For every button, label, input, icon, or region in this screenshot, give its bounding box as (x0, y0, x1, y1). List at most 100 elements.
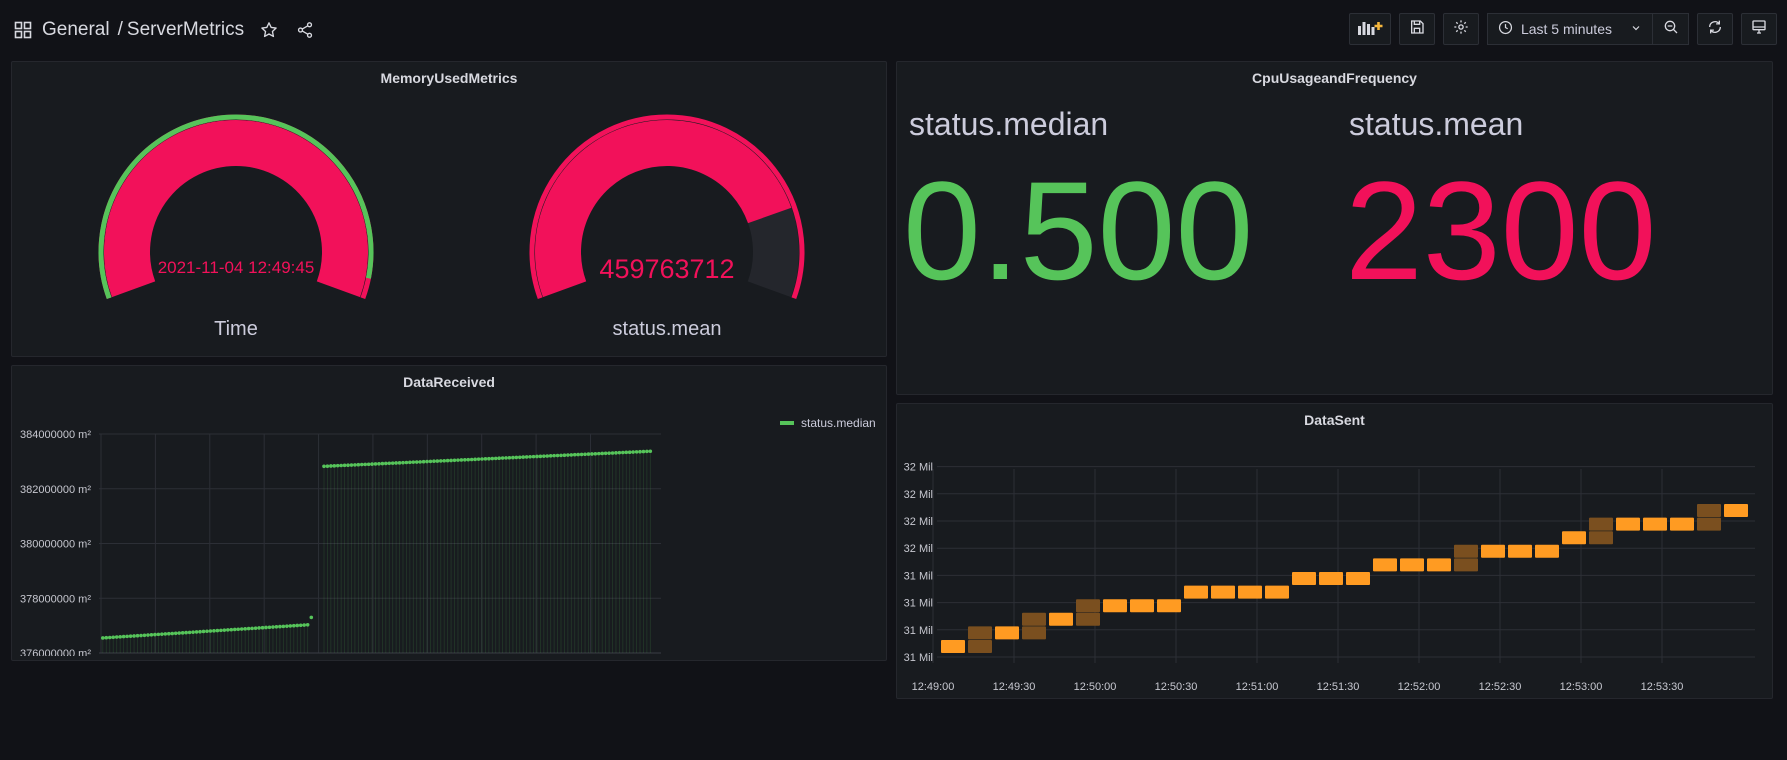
data-sent-heatmap: 31 Mil 31 Mil 31 Mil 31 Mil 32 Mil 32 Mil 32 M… (904, 462, 1755, 693)
data-point (128, 634, 133, 638)
heatmap-cell (1184, 585, 1208, 599)
data-point (111, 635, 116, 640)
breadcrumb-folder[interactable]: General (42, 19, 110, 41)
apps-icon[interactable] (12, 19, 34, 41)
data-point (569, 453, 574, 457)
memory-used-panel[interactable]: MemoryUsedMetrics 2021-11-04 12:49:45 Ti… (11, 61, 887, 357)
data-point (198, 629, 202, 634)
heatmap-cell (1049, 612, 1073, 626)
data-point (177, 631, 182, 635)
data-point (114, 635, 119, 639)
data-point (590, 452, 594, 456)
data-point (194, 630, 199, 634)
heatmap-cell (1076, 599, 1100, 613)
data-point (149, 633, 154, 637)
x-tick-label: 12:51:00 (1236, 681, 1279, 693)
data-point (278, 624, 282, 629)
y-tick-label: 32 Mil (904, 462, 933, 474)
data-point (596, 451, 601, 456)
data-point (132, 634, 136, 638)
save-dashboard-button[interactable] (1398, 13, 1435, 45)
data-point (107, 635, 112, 640)
data-point (418, 460, 422, 464)
data-point (246, 626, 251, 631)
data-point (500, 456, 505, 460)
time-range-picker[interactable]: Last 5 minutes (1486, 13, 1689, 45)
data-point (562, 453, 567, 458)
heatmap-cell (1319, 572, 1343, 585)
y-tick-label: 31 Mil (904, 598, 933, 610)
x-tick-label: 12:51:30 (1317, 681, 1360, 693)
data-point (504, 456, 508, 460)
heatmap-cell (1670, 517, 1694, 531)
data-point (576, 452, 580, 457)
legend-item[interactable]: status.median (780, 416, 876, 430)
data-point (428, 459, 433, 464)
data-sent-panel[interactable]: DataSent 31 Mil 31 Mil 31 Mil 31 Mil 32 Mil 3… (896, 403, 1773, 699)
x-tick-label: 12:52:00 (1398, 681, 1441, 693)
data-point (638, 449, 642, 454)
data-point (322, 464, 326, 469)
data-point (641, 449, 646, 454)
data-point (153, 632, 157, 637)
data-point (253, 626, 258, 630)
zoom-out-icon (1663, 19, 1679, 40)
data-point (511, 455, 515, 460)
data-point (243, 627, 247, 631)
panel-title[interactable]: MemoryUsedMetrics (12, 70, 886, 86)
data-point (435, 459, 440, 463)
data-point (552, 453, 556, 458)
refresh-button[interactable] (1697, 13, 1733, 45)
heatmap-cell (1724, 504, 1748, 517)
panel-title[interactable]: DataReceived (12, 374, 886, 390)
refresh-icon (1707, 19, 1723, 40)
heatmap-cell (1157, 599, 1181, 613)
stat-name-mean: status.mean (1349, 106, 1524, 142)
y-tick-label: 384000000 m² (20, 429, 91, 441)
data-point (302, 623, 306, 627)
data-point (173, 631, 178, 636)
data-point (212, 629, 216, 633)
dashboard-settings-button[interactable] (1442, 13, 1479, 45)
data-point (380, 461, 385, 466)
heatmap-cell (1535, 544, 1559, 558)
data-point (222, 628, 227, 632)
tv-mode-button[interactable] (1741, 13, 1777, 45)
heatmap-cell (1454, 544, 1478, 558)
data-point (466, 457, 471, 462)
data-point (125, 634, 129, 639)
data-point (593, 451, 598, 456)
data-point (298, 623, 303, 628)
data-point (572, 452, 577, 457)
data-point (414, 460, 419, 464)
data-point (339, 463, 343, 468)
x-tick-label: 12:53:00 (1560, 681, 1603, 693)
data-point (445, 458, 450, 463)
data-point (476, 457, 481, 461)
time-range-button[interactable]: Last 5 minutes (1486, 13, 1653, 45)
data-point (349, 463, 354, 467)
data-point (538, 454, 543, 459)
heatmap-cell (1427, 558, 1451, 572)
data-point (226, 628, 230, 632)
panel-title[interactable]: DataSent (897, 412, 1772, 428)
cpu-usage-panel[interactable]: CpuUsageandFrequency status.median 0.500… (896, 61, 1773, 395)
legend-swatch (780, 421, 794, 425)
share-icon[interactable] (294, 19, 316, 41)
heatmap-cell (1697, 517, 1721, 531)
data-point (146, 633, 150, 637)
data-point (104, 635, 109, 640)
zoom-out-button[interactable] (1653, 13, 1689, 45)
data-received-panel[interactable]: DataReceived 376000000 m² 378000000 m² 380… (11, 365, 887, 661)
star-icon[interactable] (258, 19, 280, 41)
tv-mode-icon (1751, 19, 1767, 40)
data-point (121, 634, 126, 639)
add-panel-button[interactable] (1348, 13, 1391, 45)
panel-title[interactable]: CpuUsageandFrequency (897, 70, 1772, 86)
data-point (325, 464, 330, 468)
dashboard-title[interactable]: ServerMetrics (127, 19, 244, 41)
data-point (291, 623, 296, 628)
data-point (101, 636, 105, 640)
data-point (483, 457, 488, 461)
heatmap-cell (1130, 599, 1154, 613)
